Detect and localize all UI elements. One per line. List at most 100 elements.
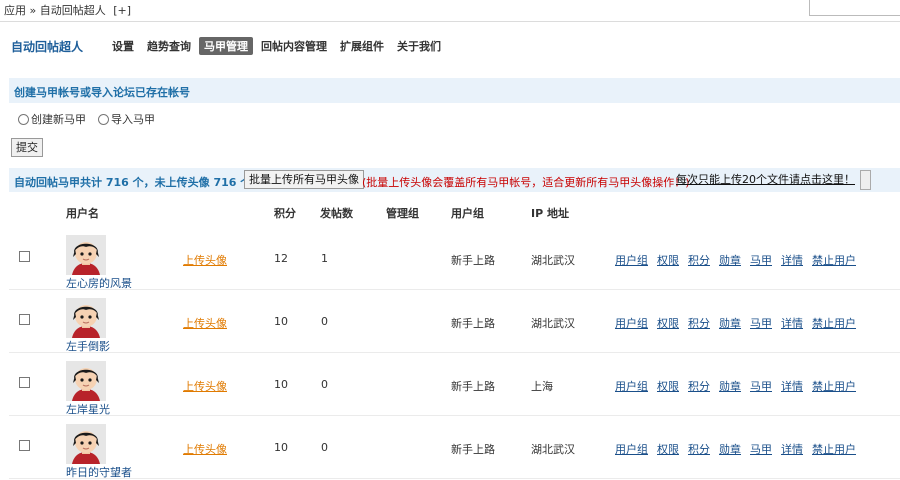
ip-value: 湖北武汉	[531, 443, 575, 456]
ip-value: 上海	[531, 380, 553, 393]
avatar-icon	[66, 235, 106, 275]
avatar	[66, 361, 106, 401]
action-permission[interactable]: 权限	[657, 252, 679, 268]
nav-reply-content[interactable]: 回帖内容管理	[256, 37, 332, 55]
user-group-value: 新手上路	[451, 317, 495, 330]
action-medal[interactable]: 勋章	[719, 378, 741, 394]
avatar-icon	[66, 424, 106, 464]
action-points[interactable]: 积分	[688, 315, 710, 331]
row-checkbox[interactable]	[19, 440, 30, 451]
upload-limit-link[interactable]: 每次只能上传20个文件请点击这里！	[672, 171, 859, 188]
action-details[interactable]: 详情	[781, 441, 803, 457]
action-user-group[interactable]: 用户组	[615, 252, 648, 268]
row-checkbox[interactable]	[19, 377, 30, 388]
upload-avatar-link[interactable]: 上传头像	[183, 378, 227, 394]
action-details[interactable]: 详情	[781, 252, 803, 268]
points-value: 10	[274, 315, 288, 328]
breadcrumb: 应用 » 自动回帖超人 [+]	[4, 3, 131, 19]
radio-create-new-label: 创建新马甲	[31, 113, 86, 126]
bulk-upload-warning: (批量上传头像会覆盖所有马甲帐号，适合更新所有马甲头像操作！)	[362, 176, 690, 189]
user-group-value: 新手上路	[451, 380, 495, 393]
table-header: 用户名 积分 发帖数 管理组 用户组 IP 地址	[0, 205, 900, 225]
points-value: 10	[274, 441, 288, 454]
avatar-icon	[66, 298, 106, 338]
create-options: 创建新马甲 导入马甲	[18, 111, 155, 127]
header-ip: IP 地址	[531, 207, 569, 220]
header-posts: 发帖数	[320, 207, 353, 220]
action-medal[interactable]: 勋章	[719, 441, 741, 457]
posts-value: 0	[321, 315, 328, 328]
action-ban-user[interactable]: 禁止用户	[812, 378, 856, 394]
action-points[interactable]: 积分	[688, 441, 710, 457]
action-details[interactable]: 详情	[781, 378, 803, 394]
nav-trend-query[interactable]: 趋势查询	[142, 37, 196, 55]
action-vest[interactable]: 马甲	[750, 378, 772, 394]
nav-settings[interactable]: 设置	[107, 37, 139, 55]
ip-value: 湖北武汉	[531, 317, 575, 330]
ip-value: 湖北武汉	[531, 254, 575, 267]
action-user-group[interactable]: 用户组	[615, 378, 648, 394]
breadcrumb-root[interactable]: 应用	[4, 4, 26, 17]
action-vest[interactable]: 马甲	[750, 315, 772, 331]
action-permission[interactable]: 权限	[657, 315, 679, 331]
username-link[interactable]: 左手倒影	[66, 338, 110, 354]
action-medal[interactable]: 勋章	[719, 315, 741, 331]
table-row: 左岸星光 上传头像 10 0 新手上路 上海 用户组 权限 积分 勋章 马甲 详…	[9, 353, 900, 416]
action-medal[interactable]: 勋章	[719, 252, 741, 268]
row-actions: 用户组 权限 积分 勋章 马甲 详情 禁止用户	[615, 441, 856, 457]
nav-about[interactable]: 关于我们	[392, 37, 446, 55]
breadcrumb-separator: »	[29, 4, 37, 17]
radio-import-circle[interactable]	[98, 113, 109, 125]
username-link[interactable]: 左岸星光	[66, 401, 110, 417]
avatar	[66, 235, 106, 275]
action-permission[interactable]: 权限	[657, 378, 679, 394]
table-row: 左心房的风景 上传头像 12 1 新手上路 湖北武汉 用户组 权限 积分 勋章 …	[9, 227, 900, 290]
radio-create-new[interactable]: 创建新马甲	[18, 111, 86, 127]
points-value: 12	[274, 252, 288, 265]
action-ban-user[interactable]: 禁止用户	[812, 441, 856, 457]
posts-value: 0	[321, 378, 328, 391]
username-link[interactable]: 昨日的守望者	[66, 464, 132, 480]
upload-avatar-link[interactable]: 上传头像	[183, 315, 227, 331]
header-admin-group: 管理组	[386, 207, 419, 220]
action-ban-user[interactable]: 禁止用户	[812, 315, 856, 331]
upload-avatar-link[interactable]: 上传头像	[183, 252, 227, 268]
avatar-icon	[66, 361, 106, 401]
avatar	[66, 424, 106, 464]
table-row: 昨日的守望者 上传头像 10 0 新手上路 湖北武汉 用户组 权限 积分 勋章 …	[9, 416, 900, 479]
radio-import-label: 导入马甲	[111, 113, 155, 126]
action-details[interactable]: 详情	[781, 315, 803, 331]
breadcrumb-current[interactable]: 自动回帖超人	[40, 4, 106, 17]
action-user-group[interactable]: 用户组	[615, 315, 648, 331]
main-nav: 设置 趋势查询 马甲管理 回帖内容管理 扩展组件 关于我们	[107, 37, 449, 55]
action-points[interactable]: 积分	[688, 252, 710, 268]
search-input[interactable]	[809, 0, 900, 16]
header-user-group: 用户组	[451, 207, 484, 220]
upload-avatar-link[interactable]: 上传头像	[183, 441, 227, 457]
row-checkbox[interactable]	[19, 251, 30, 262]
upload-limit-handle[interactable]	[860, 170, 871, 190]
row-checkbox[interactable]	[19, 314, 30, 325]
action-ban-user[interactable]: 禁止用户	[812, 252, 856, 268]
row-actions: 用户组 权限 积分 勋章 马甲 详情 禁止用户	[615, 252, 856, 268]
breadcrumb-add-button[interactable]: [+]	[113, 4, 131, 17]
nav-extensions[interactable]: 扩展组件	[335, 37, 389, 55]
row-actions: 用户组 权限 积分 勋章 马甲 详情 禁止用户	[615, 378, 856, 394]
action-permission[interactable]: 权限	[657, 441, 679, 457]
avatar	[66, 298, 106, 338]
radio-create-new-circle[interactable]	[18, 113, 29, 125]
action-vest[interactable]: 马甲	[750, 252, 772, 268]
nav-vest-management[interactable]: 马甲管理	[199, 37, 253, 55]
bulk-upload-button[interactable]: 批量上传所有马甲头像	[244, 170, 364, 189]
username-link[interactable]: 左心房的风景	[66, 275, 132, 291]
submit-button[interactable]: 提交	[11, 138, 43, 157]
table-row: 左手倒影 上传头像 10 0 新手上路 湖北武汉 用户组 权限 积分 勋章 马甲…	[9, 290, 900, 353]
action-vest[interactable]: 马甲	[750, 441, 772, 457]
stats-bar: 自动回帖马甲共计 716 个，未上传头像 716 个 批量上传所有马甲头像 (批…	[9, 168, 900, 192]
action-points[interactable]: 积分	[688, 378, 710, 394]
action-user-group[interactable]: 用户组	[615, 441, 648, 457]
create-section-header: 创建马甲帐号或导入论坛已存在帐号	[9, 78, 900, 103]
radio-import[interactable]: 导入马甲	[98, 111, 155, 127]
user-group-value: 新手上路	[451, 443, 495, 456]
posts-value: 0	[321, 441, 328, 454]
